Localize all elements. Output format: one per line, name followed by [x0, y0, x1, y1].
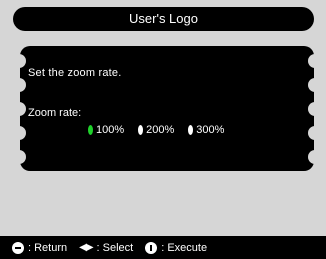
zoom-rate-label: Zoom rate:: [28, 107, 82, 119]
rib: [308, 102, 320, 116]
footer-return: : Return: [12, 241, 68, 254]
enter-icon: [145, 241, 158, 254]
zoom-option-label: 200%: [146, 124, 175, 136]
radio-selected-icon: [88, 125, 93, 135]
select-label: : Select: [96, 241, 134, 254]
execute-label: : Execute: [161, 241, 208, 254]
esc-icon: [12, 241, 24, 254]
rib: [14, 150, 26, 164]
zoom-option-300[interactable]: 300%: [188, 124, 224, 136]
title-bar: User's Logo: [13, 7, 314, 31]
radio-icon: [188, 125, 194, 135]
zoom-option-label: 100%: [96, 124, 125, 136]
rib: [14, 126, 26, 140]
screen: User's Logo Set the zoom rate. Zoom rate…: [0, 0, 326, 259]
rib: [308, 54, 320, 68]
dialog-prompt: Set the zoom rate.: [28, 67, 122, 79]
zoom-options: 100% 200% 300%: [88, 124, 224, 136]
radio-icon: [138, 125, 144, 135]
rib: [14, 102, 26, 116]
return-label: : Return: [28, 241, 68, 254]
zoom-option-100[interactable]: 100%: [88, 124, 124, 136]
rib: [308, 150, 320, 164]
zoom-option-200[interactable]: 200%: [138, 124, 174, 136]
rib: [14, 78, 26, 92]
window-title: User's Logo: [129, 11, 198, 26]
footer-select: ◀▶ : Select: [79, 242, 133, 254]
rib: [308, 78, 320, 92]
zoom-option-label: 300%: [196, 124, 225, 136]
footer-help-bar: : Return ◀▶ : Select : Execute: [0, 236, 326, 259]
rib: [308, 126, 320, 140]
footer-execute: : Execute: [145, 241, 208, 254]
rib: [14, 54, 26, 68]
left-right-arrow-icon: ◀▶: [79, 242, 93, 253]
